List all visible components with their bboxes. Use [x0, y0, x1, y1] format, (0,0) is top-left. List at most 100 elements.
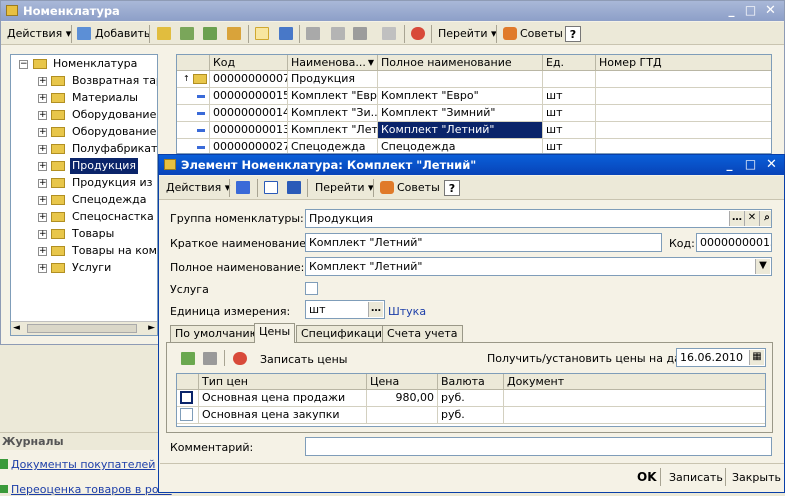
close-form-button[interactable]: Закрыть	[732, 471, 781, 484]
group-field[interactable]: Продукция … ✕ ⌕	[305, 209, 772, 228]
cell-price-type[interactable]: Основная цена закупки	[199, 407, 367, 424]
tab-accounts[interactable]: Счета учета	[382, 325, 463, 343]
cell-unit[interactable]	[543, 71, 596, 88]
cell-gtd[interactable]	[596, 88, 771, 105]
write-button[interactable]: Записать	[669, 471, 723, 484]
row-checkbox[interactable]	[180, 391, 193, 404]
maximize-button[interactable]: □	[742, 157, 759, 173]
cell-name[interactable]: Спецодежда	[288, 139, 378, 153]
unit-link[interactable]: Штука	[388, 305, 426, 318]
cell-unit[interactable]: шт	[543, 105, 596, 122]
grid-col-currency[interactable]: Валюта	[438, 374, 504, 390]
cell-name[interactable]: Комплект "Евро"	[288, 88, 378, 105]
short-name-field[interactable]: Комплект "Летний"	[305, 233, 662, 252]
add-price-icon[interactable]	[181, 352, 195, 365]
row-check-cell[interactable]	[177, 407, 199, 424]
tab-prices[interactable]: Цены	[254, 323, 296, 343]
cell-currency[interactable]: руб.	[438, 407, 504, 424]
clear-button[interactable]: ✕	[744, 211, 759, 226]
copy-icon[interactable]	[180, 27, 194, 40]
select-button[interactable]: …	[729, 211, 744, 226]
filter-icon[interactable]	[306, 27, 320, 40]
grid-col-price-type[interactable]: Тип цен	[199, 374, 367, 390]
actions-menu[interactable]: Действия ▾	[166, 180, 230, 196]
edit-icon[interactable]	[203, 27, 217, 40]
unit-field[interactable]: шт …	[305, 300, 385, 319]
write-prices-button[interactable]: Записать цены	[260, 353, 347, 366]
cell-unit[interactable]: шт	[543, 122, 596, 139]
actions-menu[interactable]: Действия ▾	[7, 26, 71, 42]
cell-price[interactable]: 980,00	[367, 390, 438, 407]
add-button[interactable]: Добавить	[95, 26, 150, 42]
grid-col-price[interactable]: Цена	[367, 374, 438, 390]
grid-col-fullname[interactable]: Полное наименование	[378, 55, 543, 71]
nomenclature-title-bar[interactable]: Номенклатура _ □ ✕	[1, 1, 784, 21]
up-level-icon[interactable]	[279, 27, 293, 40]
cell-code[interactable]: 00000000027	[210, 139, 288, 153]
grid-col-name[interactable]: Наименова... ▼	[288, 55, 378, 71]
cell-unit[interactable]: шт	[543, 139, 596, 153]
search-icon[interactable]: ⌕	[759, 211, 771, 226]
minimize-button[interactable]: _	[723, 3, 740, 19]
group-tree[interactable]: − Номенклатура +Возвратная тара +Материа…	[10, 54, 158, 336]
row-checkbox[interactable]	[180, 408, 193, 421]
cell-fullname-selected[interactable]: Комплект "Летний"	[378, 122, 543, 139]
save-close-icon[interactable]	[236, 181, 250, 194]
tips-button[interactable]: Советы	[397, 180, 440, 196]
prices-grid[interactable]: Тип цен Цена Валюта Документ Основная це…	[176, 373, 766, 427]
code-field[interactable]: 00000000013	[696, 233, 772, 252]
cell-name[interactable]: Комплект "Зи...	[288, 105, 378, 122]
cell-currency[interactable]: руб.	[438, 390, 504, 407]
cell-fullname[interactable]: Комплект "Зимний"	[378, 105, 543, 122]
cell-price[interactable]	[367, 407, 438, 424]
grid-col-code[interactable]: Код	[210, 55, 288, 71]
journal-link-buyer-docs[interactable]: Документы покупателей	[11, 458, 155, 471]
cell-name[interactable]: Продукция	[288, 71, 378, 88]
cell-code[interactable]: 00000000015	[210, 88, 288, 105]
cell-gtd[interactable]	[596, 122, 771, 139]
cell-unit[interactable]: шт	[543, 88, 596, 105]
cell-code[interactable]: 00000000013	[210, 122, 288, 139]
delete-mark-icon[interactable]	[227, 27, 241, 40]
tab-defaults[interactable]: По умолчанию	[170, 325, 264, 343]
tab-specifications[interactable]: Спецификации	[296, 325, 394, 343]
cell-fullname[interactable]: Комплект "Евро"	[378, 88, 543, 105]
close-button[interactable]: ✕	[763, 157, 780, 173]
tree-hscrollbar[interactable]: ◄ ►	[11, 321, 157, 335]
row-check-cell[interactable]	[177, 390, 199, 407]
ok-button[interactable]: OK	[637, 470, 657, 484]
element-title-bar[interactable]: Элемент Номенклатура: Комплект "Летний" …	[159, 155, 784, 175]
filter-value-icon[interactable]	[353, 27, 367, 40]
grid-col-document[interactable]: Документ	[504, 374, 765, 390]
filter-list-icon[interactable]	[331, 27, 345, 40]
goto-menu[interactable]: Перейти ▾	[438, 26, 497, 42]
maximize-button[interactable]: □	[742, 3, 759, 19]
cell-name[interactable]: Комплект "Лет...	[288, 122, 378, 139]
journal-link-revaluation[interactable]: Переоценка товаров в розн	[11, 483, 172, 496]
dropdown-arrow-icon[interactable]: ▼	[755, 259, 770, 274]
items-grid[interactable]: Код Наименова... ▼ Полное наименование Ед…	[176, 54, 772, 154]
refresh-icon[interactable]	[233, 352, 247, 365]
filter-off-icon[interactable]	[382, 27, 396, 40]
close-button[interactable]: ✕	[762, 3, 779, 19]
minimize-button[interactable]: _	[721, 157, 738, 173]
edit-price-icon[interactable]	[203, 352, 217, 365]
tips-button[interactable]: Советы	[520, 26, 563, 42]
sync-icon[interactable]	[287, 181, 301, 194]
help-button[interactable]: ?	[444, 180, 460, 196]
help-button[interactable]: ?	[565, 26, 581, 42]
full-name-field[interactable]: Комплект "Летний" ▼	[305, 257, 772, 276]
hierarchy-icon[interactable]	[255, 27, 269, 40]
cell-gtd[interactable]	[596, 139, 771, 153]
structure-icon[interactable]	[264, 181, 278, 194]
cell-gtd[interactable]	[596, 71, 771, 88]
select-button[interactable]: …	[368, 302, 383, 317]
cell-gtd[interactable]	[596, 105, 771, 122]
calendar-icon[interactable]: ▦	[749, 350, 764, 365]
cell-code[interactable]: 00000000014	[210, 105, 288, 122]
cell-fullname[interactable]	[378, 71, 543, 88]
cell-document[interactable]	[504, 407, 765, 424]
cell-code[interactable]: 00000000007	[210, 71, 288, 88]
refresh-icon[interactable]	[411, 27, 425, 40]
price-date-field[interactable]: 16.06.2010 ▦	[676, 348, 766, 367]
